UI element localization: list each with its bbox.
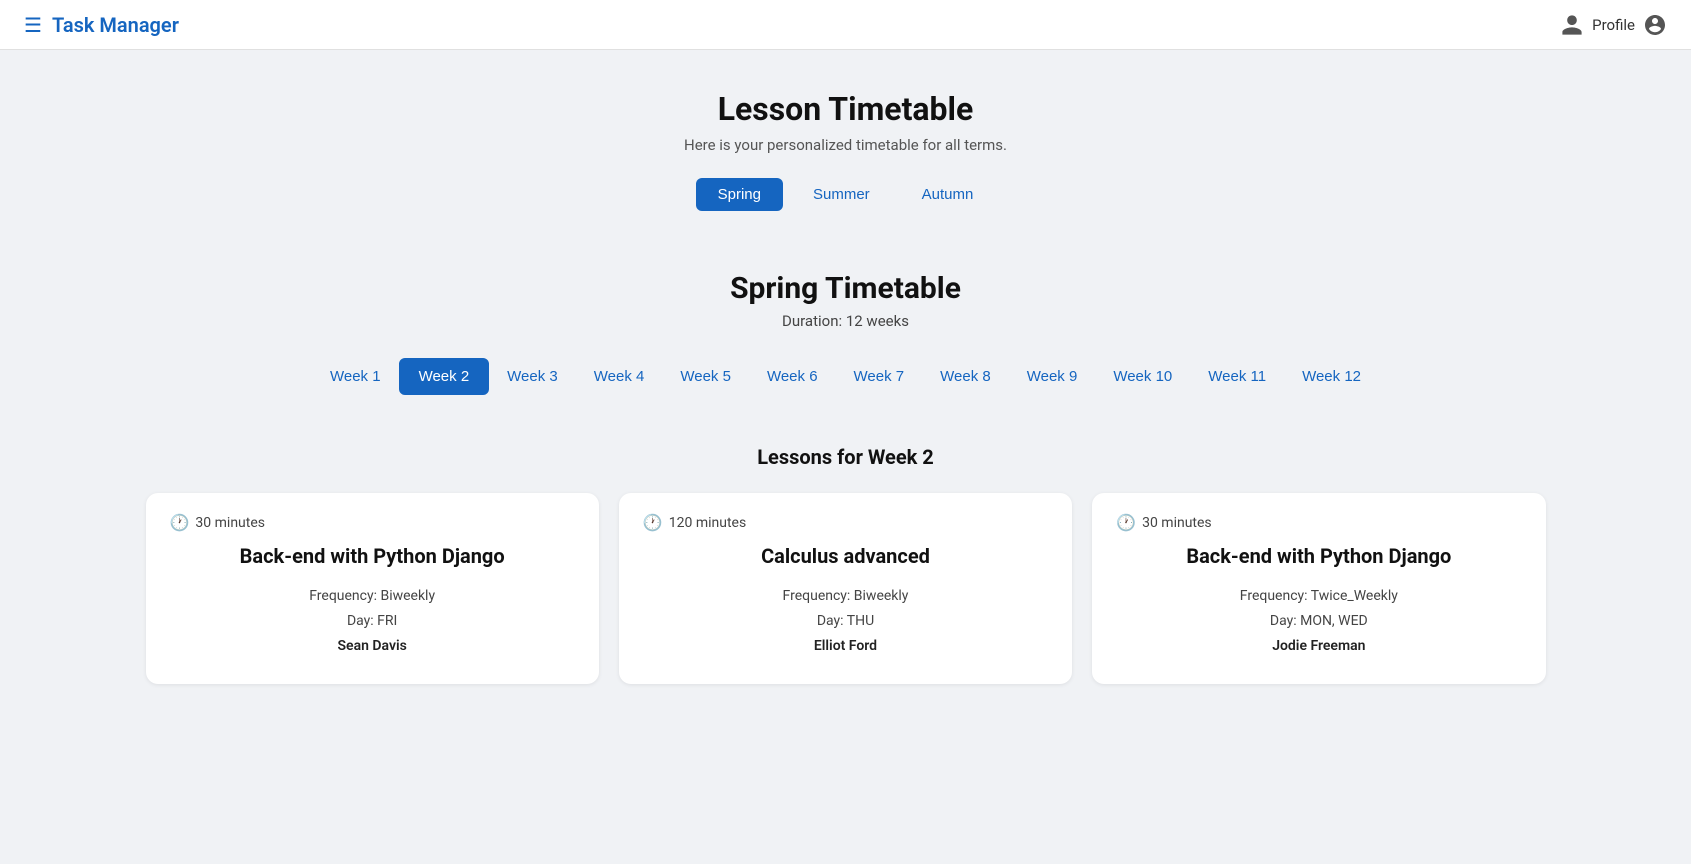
lesson-duration-1: 30 minutes [195, 515, 265, 531]
lesson-teacher-1: Sean Davis [170, 634, 575, 659]
timetable-duration: Duration: 12 weeks [146, 312, 1546, 330]
task-manager-icon: ☰ [24, 13, 42, 37]
profile-label: Profile [1592, 16, 1635, 34]
lessons-grid: 🕐 30 minutes Back-end with Python Django… [146, 493, 1546, 684]
lesson-duration-row-2: 🕐 120 minutes [643, 513, 1048, 532]
tab-week-3[interactable]: Week 3 [489, 360, 576, 393]
lesson-frequency-1: Frequency: Biweekly [170, 584, 575, 609]
tab-week-6[interactable]: Week 6 [749, 360, 836, 393]
tab-week-5[interactable]: Week 5 [662, 360, 749, 393]
profile-avatar-icon [1643, 13, 1667, 37]
lesson-duration-3: 30 minutes [1142, 515, 1212, 531]
lesson-duration-row-1: 🕐 30 minutes [170, 513, 575, 532]
lesson-teacher-3: Jodie Freeman [1116, 634, 1521, 659]
tab-summer[interactable]: Summer [791, 178, 892, 211]
profile-button[interactable]: Profile [1560, 13, 1667, 37]
clock-icon-1: 🕐 [170, 513, 190, 532]
lesson-teacher-2: Elliot Ford [643, 634, 1048, 659]
lesson-card-3: 🕐 30 minutes Back-end with Python Django… [1092, 493, 1545, 684]
page-title: Lesson Timetable [684, 90, 1007, 128]
lesson-name-2: Calculus advanced [643, 544, 1048, 568]
lesson-card-1: 🕐 30 minutes Back-end with Python Django… [146, 493, 599, 684]
app-title: Task Manager [52, 13, 179, 37]
lesson-day-1: Day: FRI [170, 609, 575, 634]
tab-week-2[interactable]: Week 2 [399, 358, 490, 395]
lesson-frequency-3: Frequency: Twice_Weekly [1116, 584, 1521, 609]
lessons-section-title: Lessons for Week 2 [146, 445, 1546, 469]
profile-icon [1560, 13, 1584, 37]
lesson-name-3: Back-end with Python Django [1116, 544, 1521, 568]
tab-autumn[interactable]: Autumn [900, 178, 996, 211]
lesson-meta-2: Frequency: Biweekly Day: THU Elliot Ford [643, 584, 1048, 660]
tab-week-8[interactable]: Week 8 [922, 360, 1009, 393]
page-title-section: Lesson Timetable Here is your personaliz… [684, 90, 1007, 154]
lesson-card-2: 🕐 120 minutes Calculus advanced Frequenc… [619, 493, 1072, 684]
tab-week-9[interactable]: Week 9 [1009, 360, 1096, 393]
tab-week-11[interactable]: Week 11 [1190, 360, 1284, 393]
lesson-duration-row-3: 🕐 30 minutes [1116, 513, 1521, 532]
week-tabs: Week 1 Week 2 Week 3 Week 4 Week 5 Week … [146, 358, 1546, 395]
lessons-section: Lessons for Week 2 🕐 30 minutes Back-end… [146, 445, 1546, 684]
clock-icon-2: 🕐 [643, 513, 663, 532]
lesson-day-3: Day: MON, WED [1116, 609, 1521, 634]
timetable-section: Spring Timetable Duration: 12 weeks Week… [146, 271, 1546, 684]
term-tabs: Spring Summer Autumn [696, 178, 996, 211]
header-left: ☰ Task Manager [24, 13, 179, 37]
tab-week-7[interactable]: Week 7 [836, 360, 923, 393]
tab-spring[interactable]: Spring [696, 178, 783, 211]
tab-week-12[interactable]: Week 12 [1284, 360, 1379, 393]
main-content: Lesson Timetable Here is your personaliz… [0, 50, 1691, 724]
page-subtitle: Here is your personalized timetable for … [684, 136, 1007, 154]
lesson-name-1: Back-end with Python Django [170, 544, 575, 568]
lesson-meta-3: Frequency: Twice_Weekly Day: MON, WED Jo… [1116, 584, 1521, 660]
tab-week-10[interactable]: Week 10 [1095, 360, 1190, 393]
tab-week-1[interactable]: Week 1 [312, 360, 399, 393]
clock-icon-3: 🕐 [1116, 513, 1136, 532]
timetable-title: Spring Timetable [146, 271, 1546, 306]
lesson-frequency-2: Frequency: Biweekly [643, 584, 1048, 609]
lesson-day-2: Day: THU [643, 609, 1048, 634]
app-header: ☰ Task Manager Profile [0, 0, 1691, 50]
tab-week-4[interactable]: Week 4 [576, 360, 663, 393]
lesson-meta-1: Frequency: Biweekly Day: FRI Sean Davis [170, 584, 575, 660]
lesson-duration-2: 120 minutes [669, 515, 746, 531]
